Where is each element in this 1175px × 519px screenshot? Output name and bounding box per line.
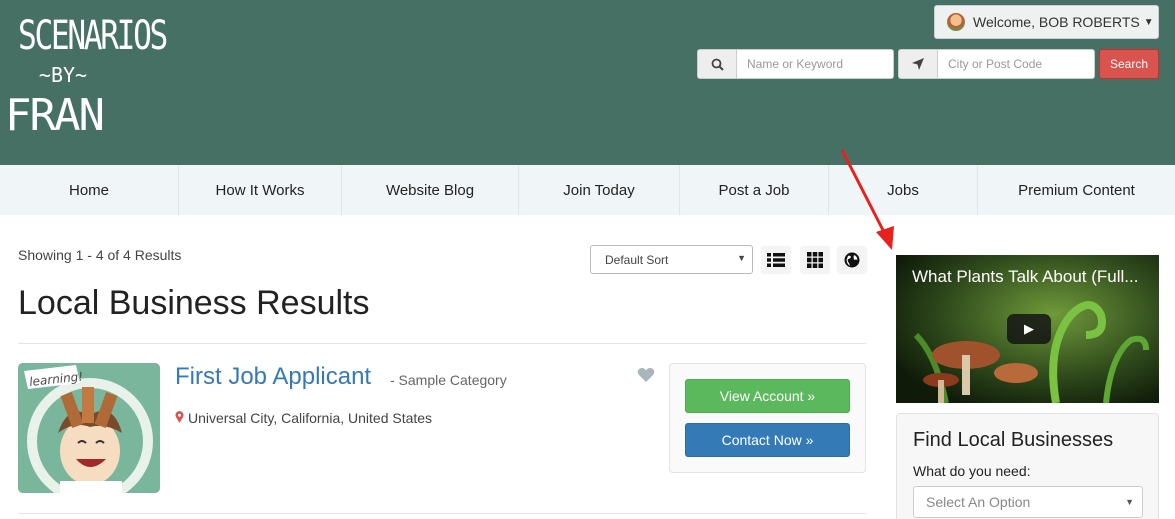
listing-thumbnail[interactable]: learning!	[18, 363, 160, 493]
view-account-button[interactable]: View Account »	[685, 379, 850, 413]
sort-select[interactable]: Default Sort ▼	[590, 245, 753, 274]
divider	[18, 343, 866, 344]
need-select-value: Select An Option	[926, 494, 1031, 510]
dropdown-arrow-icon: ▼	[737, 253, 746, 263]
dropdown-arrow-icon: ▼	[1125, 497, 1134, 507]
contact-now-button[interactable]: Contact Now »	[685, 423, 850, 457]
heart-icon[interactable]	[637, 367, 655, 388]
divider	[18, 513, 866, 514]
site-logo[interactable]: SCENARIOS ~BY~ FRAN	[5, 10, 168, 155]
location-search-group: City or Post Code	[898, 49, 1095, 79]
play-icon[interactable]: ▶	[1007, 314, 1051, 344]
location-arrow-icon	[898, 49, 938, 79]
avatar	[947, 13, 965, 31]
annotation-arrow	[840, 149, 894, 250]
main-nav: Home How It Works Website Blog Join Toda…	[0, 165, 1175, 215]
logo-line-2: ~BY~	[38, 63, 88, 87]
logo-line-3: FRAN	[5, 90, 105, 141]
grid-view-icon	[807, 252, 823, 268]
grid-view-button[interactable]	[800, 246, 830, 274]
listing-location: Universal City, California, United State…	[175, 410, 432, 426]
nav-post-a-job[interactable]: Post a Job	[680, 165, 829, 215]
listing-title-link[interactable]: First Job Applicant	[175, 363, 371, 391]
video-player[interactable]: What Plants Talk About (Full... ▶	[896, 255, 1159, 403]
list-view-icon	[767, 253, 785, 267]
video-title: What Plants Talk About (Full...	[912, 267, 1139, 286]
sort-value: Default Sort	[605, 252, 669, 267]
results-count: Showing 1 - 4 of 4 Results	[18, 247, 182, 263]
map-marker-icon	[175, 410, 184, 426]
nav-join-today[interactable]: Join Today	[519, 165, 680, 215]
user-menu-button[interactable]: Welcome, BOB ROBERTS ▼	[934, 5, 1159, 39]
widget-label: What do you need:	[913, 463, 1031, 479]
widget-title: Find Local Businesses	[913, 429, 1114, 451]
site-header: SCENARIOS ~BY~ FRAN Welcome, BOB ROBERTS…	[0, 0, 1175, 165]
nav-website-blog[interactable]: Website Blog	[342, 165, 519, 215]
find-businesses-widget: Find Local Businesses What do you need: …	[896, 413, 1159, 519]
listing-category: - Sample Category	[390, 372, 507, 388]
page-title: Local Business Results	[18, 284, 370, 322]
list-view-button[interactable]	[761, 246, 791, 274]
keyword-search-group: Name or Keyword	[697, 49, 894, 79]
search-icon	[697, 49, 737, 79]
location-input[interactable]: City or Post Code	[938, 49, 1095, 79]
logo-line-1: SCENARIOS	[18, 13, 168, 59]
caret-down-icon: ▼	[1143, 16, 1154, 28]
keyword-input[interactable]: Name or Keyword	[737, 49, 894, 79]
search-button[interactable]: Search	[1099, 49, 1159, 79]
nav-how-it-works[interactable]: How It Works	[179, 165, 342, 215]
nav-premium-content[interactable]: Premium Content	[978, 165, 1175, 215]
nav-home[interactable]: Home	[0, 165, 179, 215]
location-text: Universal City, California, United State…	[188, 410, 433, 426]
welcome-text: Welcome, BOB ROBERTS	[973, 14, 1140, 30]
need-select[interactable]: Select An Option ▼	[913, 486, 1143, 518]
